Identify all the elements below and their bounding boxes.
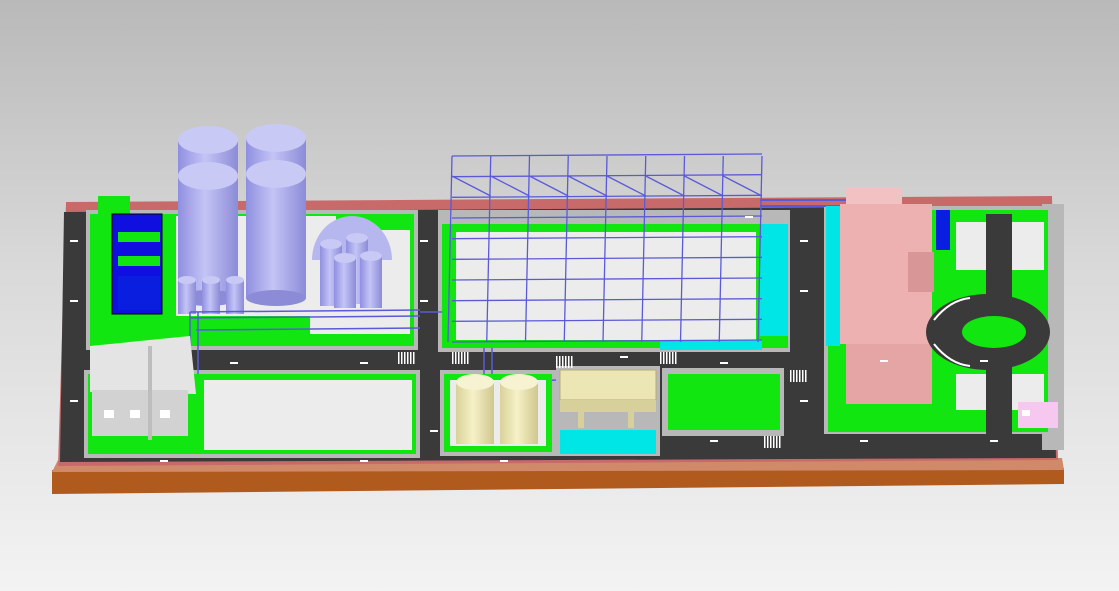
lane-arrow <box>70 400 78 402</box>
block-process-area <box>442 224 788 350</box>
rack-brace <box>490 175 530 197</box>
crosswalk-stripe <box>410 352 412 364</box>
guard-kiosk <box>1018 402 1058 428</box>
crosswalk-stripe <box>770 436 772 448</box>
lane-arrow <box>800 290 808 292</box>
crosswalk-stripe <box>455 352 457 364</box>
crosswalk-stripe <box>467 352 469 364</box>
crosswalk-stripe <box>452 352 454 364</box>
lane-arrow <box>500 460 508 462</box>
rack-beam <box>451 153 763 157</box>
lane-arrow <box>990 440 998 442</box>
lane-arrow <box>860 440 868 442</box>
rack-brace <box>451 175 492 197</box>
lane-arrow <box>745 216 753 218</box>
crosswalk-stripe <box>556 356 558 368</box>
lane-arrow <box>980 360 988 362</box>
small-storage-tank <box>202 276 220 314</box>
crosswalk-stripe <box>660 352 662 364</box>
rack-brace <box>645 175 685 197</box>
lane-arrow <box>880 360 888 362</box>
crosswalk-stripe <box>663 352 665 364</box>
crosswalk-stripe <box>413 352 415 364</box>
small-storage-tank <box>178 276 196 314</box>
cream-tank <box>456 374 494 444</box>
crosswalk-stripe <box>571 356 573 368</box>
large-storage-tank <box>246 160 306 306</box>
crosswalk-stripe <box>802 370 804 382</box>
lane-arrow <box>620 356 628 358</box>
crosswalk-stripe <box>773 436 775 448</box>
equipment-skid <box>559 369 657 454</box>
crosswalk-stripe <box>799 370 801 382</box>
crosswalk-stripe <box>779 436 781 448</box>
crosswalk-stripe <box>568 356 570 368</box>
crosswalk-stripe <box>559 356 561 368</box>
lane-arrow <box>70 300 78 302</box>
lane-arrow <box>420 300 428 302</box>
lane-arrow <box>360 362 368 364</box>
crosswalk-stripe <box>793 370 795 382</box>
water-treatment-pool <box>98 196 163 316</box>
crosswalk-stripe <box>666 352 668 364</box>
lane-arrow <box>720 362 728 364</box>
crosswalk-stripe <box>562 356 564 368</box>
crosswalk-stripe <box>398 352 400 364</box>
lane-arrow <box>430 430 438 432</box>
crosswalk-stripe <box>407 352 409 364</box>
lane-arrow <box>160 460 168 462</box>
warehouse-building <box>90 336 196 440</box>
lane-arrow <box>420 240 428 242</box>
rack-brace <box>606 175 647 197</box>
spherical-tank-cluster <box>312 216 392 308</box>
3d-viewport[interactable] <box>0 0 1119 591</box>
block-green-field <box>668 374 780 430</box>
crosswalk-stripe <box>764 436 766 448</box>
lane-arrow <box>800 240 808 242</box>
crosswalk-stripe <box>790 370 792 382</box>
lane-arrow <box>230 362 238 364</box>
crosswalk-stripe <box>796 370 798 382</box>
crosswalk-stripe <box>805 370 807 382</box>
crosswalk-stripe <box>464 352 466 364</box>
small-storage-tank <box>226 276 244 314</box>
small-storage-tank-group <box>178 276 244 314</box>
crosswalk-stripe <box>565 356 567 368</box>
lane-arrow <box>800 400 808 402</box>
rack-brace <box>722 175 763 197</box>
rack-brace <box>529 175 569 197</box>
rack-brace <box>567 175 608 197</box>
crosswalk-stripe <box>767 436 769 448</box>
lane-arrow <box>70 240 78 242</box>
crosswalk-stripe <box>458 352 460 364</box>
crosswalk-stripe <box>401 352 403 364</box>
crosswalk-stripe <box>404 352 406 364</box>
crosswalk-stripe <box>776 436 778 448</box>
cream-tank <box>500 374 538 444</box>
lane-arrow <box>360 460 368 462</box>
crosswalk-stripe <box>675 352 677 364</box>
crosswalk-stripe <box>669 352 671 364</box>
lane-arrow <box>710 440 718 442</box>
crosswalk-stripe <box>672 352 674 364</box>
crosswalk-stripe <box>461 352 463 364</box>
rack-brace <box>684 175 724 197</box>
site-model-scene[interactable] <box>0 0 1119 591</box>
